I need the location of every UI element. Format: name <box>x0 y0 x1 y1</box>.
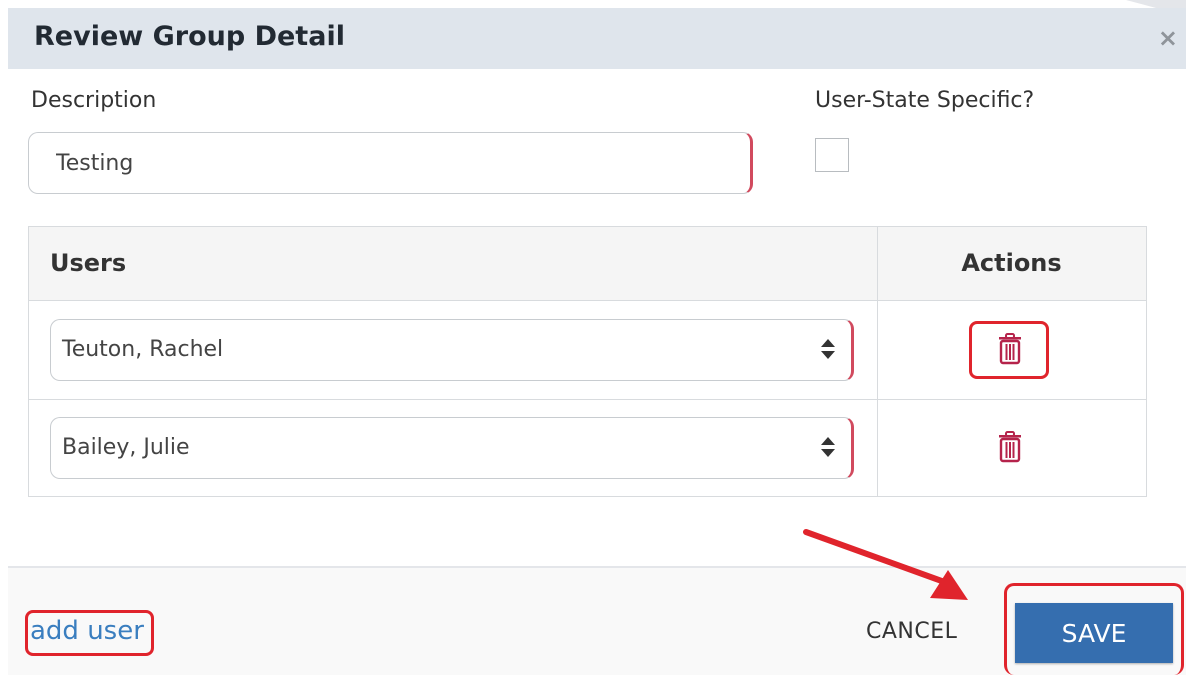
user-select[interactable]: Bailey, Julie <box>50 417 854 479</box>
cancel-button[interactable]: CANCEL <box>866 619 957 644</box>
select-arrows-icon <box>821 335 835 365</box>
user-state-label: User-State Specific? <box>815 88 1035 113</box>
save-button[interactable]: SAVE <box>1015 603 1173 663</box>
description-input[interactable] <box>28 132 753 194</box>
table-row: Bailey, Julie <box>29 399 1146 497</box>
users-table: Users Actions Teuton, Rachel Bailey, Jul… <box>28 226 1147 497</box>
add-user-link[interactable]: add user <box>30 616 144 646</box>
user-select[interactable]: Teuton, Rachel <box>50 319 854 381</box>
user-select-value: Teuton, Rachel <box>62 337 224 362</box>
user-state-checkbox[interactable] <box>815 138 849 172</box>
actions-column-header: Actions <box>961 249 1062 277</box>
close-icon[interactable]: × <box>1158 24 1178 52</box>
annotation-arrow-icon <box>803 529 968 600</box>
trash-icon[interactable] <box>997 333 1023 365</box>
select-arrows-icon <box>821 433 835 463</box>
table-row: Teuton, Rachel <box>29 301 1146 400</box>
dialog-title: Review Group Detail <box>34 21 345 52</box>
dialog-header: Review Group Detail × <box>8 8 1186 69</box>
table-header: Users Actions <box>29 227 1146 301</box>
column-divider <box>877 227 878 496</box>
top-strip <box>0 0 1186 8</box>
description-label: Description <box>31 88 157 113</box>
users-column-header: Users <box>50 249 127 277</box>
user-select-value: Bailey, Julie <box>62 435 190 460</box>
trash-icon[interactable] <box>997 431 1023 463</box>
